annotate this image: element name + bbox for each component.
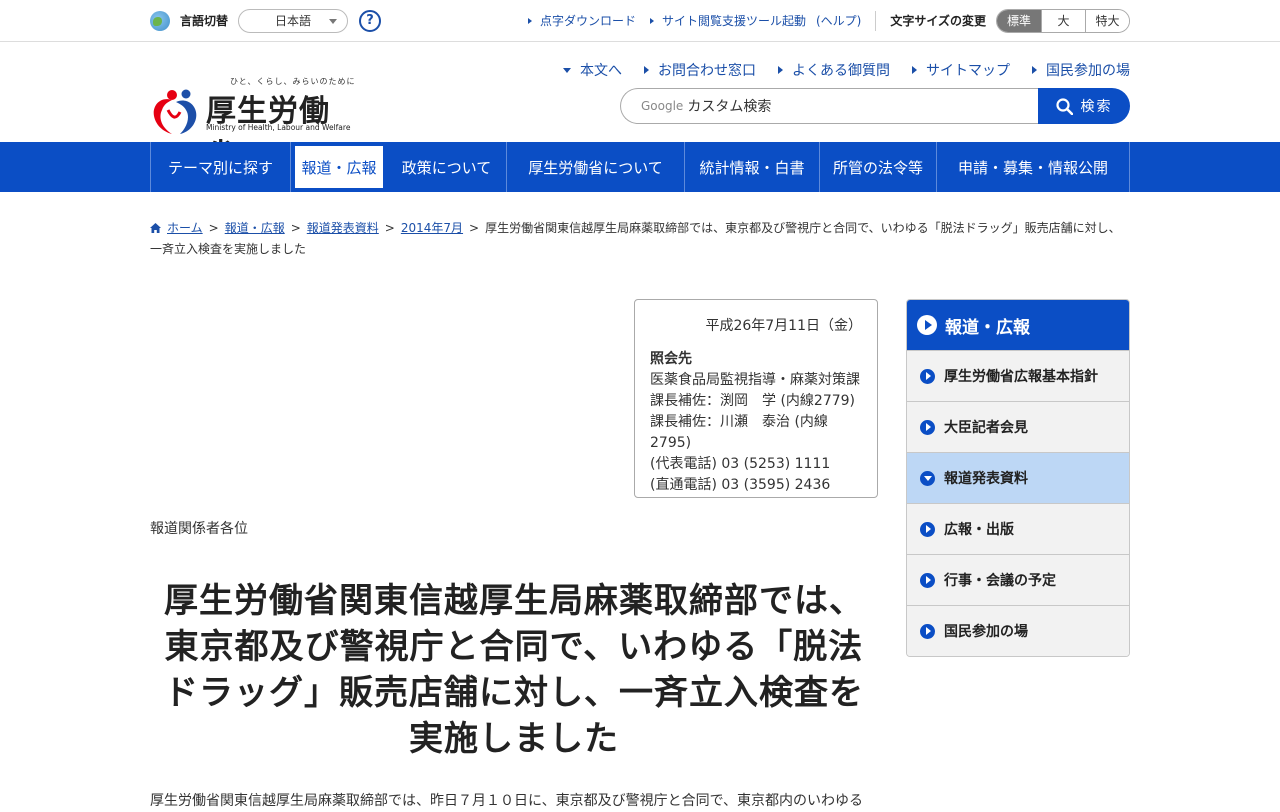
nav-laws[interactable]: 所管の法令等 — [820, 142, 937, 192]
font-size-toggle: 標準 大 特大 — [996, 8, 1130, 33]
arrow-right-icon — [778, 66, 783, 74]
side-item-label: 報道発表資料 — [944, 471, 1028, 487]
breadcrumb-press-releases[interactable]: 報道発表資料 — [307, 221, 379, 235]
arrow-circle-icon — [920, 521, 935, 537]
arrow-right-icon — [527, 17, 532, 24]
faq-label: よくある御質問 — [792, 63, 890, 79]
side-item-label: 厚生労働省広報基本指針 — [944, 369, 1098, 385]
arrow-circle-icon — [920, 623, 935, 639]
arrow-down-icon — [563, 67, 571, 73]
mhlw-logo-icon — [153, 89, 197, 134]
browsing-tool-help-link[interactable]: (ヘルプ) — [816, 12, 861, 29]
breadcrumb-home[interactable]: ホーム — [167, 221, 203, 235]
sitemap-link[interactable]: サイトマップ — [912, 60, 1010, 80]
globe-icon — [150, 10, 170, 31]
side-item-label: 大臣記者会見 — [944, 420, 1028, 436]
search-form: Google カスタム検索 検索 — [620, 88, 1130, 124]
side-item-label: 広報・出版 — [944, 522, 1014, 538]
side-nav-heading-label: 報道・広報 — [945, 317, 1030, 338]
search-input[interactable]: Google カスタム検索 — [620, 88, 1038, 124]
side-item-pr-policy[interactable]: 厚生労働省広報基本指針 — [907, 350, 1129, 401]
page-title-line: 東京都及び警視庁と合同で、いわゆる「脱法 — [164, 627, 864, 667]
home-icon — [150, 223, 161, 233]
page-title: 厚生労働省関東信越厚生局麻薬取締部では、 東京都及び警視庁と合同で、いわゆる「脱… — [150, 578, 878, 762]
search-button-label: 検索 — [1080, 99, 1113, 115]
faq-link[interactable]: よくある御質問 — [778, 60, 890, 80]
header-nav: 本文へ お問合わせ窓口 よくある御質問 サイトマップ 国民参加の場 — [541, 60, 1130, 80]
nav-themes[interactable]: テーマ別に探す — [151, 142, 291, 192]
page-title-line: 実施しました — [409, 719, 619, 759]
breadcrumb: ホーム > 報道・広報 > 報道発表資料 >2014年7月 > 厚生労働省関東信越厚生局麻薬取… — [150, 221, 1121, 256]
nav-applications[interactable]: 申請・募集・情報公開 — [937, 142, 1130, 192]
public-participation-label: 国民参加の場 — [1046, 63, 1130, 79]
braille-download-link[interactable]: 点字ダウンロード — [527, 12, 636, 29]
contact-line: 課長補佐：渕岡 学 (内線2779) — [650, 393, 856, 409]
contact-line: (直通電話) 03 (3595) 2436 — [650, 477, 831, 493]
global-nav: テーマ別に探す 報道・広報 政策について 厚生労働省について 統計情報・白書 所… — [0, 142, 1280, 192]
search-icon — [1055, 97, 1073, 115]
arrow-circle-icon — [917, 315, 937, 335]
font-size-xlarge-button[interactable]: 特大 — [1085, 9, 1129, 32]
breadcrumb-press[interactable]: 報道・広報 — [225, 221, 285, 235]
side-item-press-releases[interactable]: 報道発表資料 — [907, 452, 1129, 503]
nav-press[interactable]: 報道・広報 — [291, 142, 387, 192]
side-item-publications[interactable]: 広報・出版 — [907, 503, 1129, 554]
addressee: 報道関係者各位 — [150, 521, 248, 537]
contact-line: 課長補佐：川瀬 泰治 (内線2795) — [650, 414, 828, 451]
side-item-label: 行事・会議の予定 — [944, 573, 1056, 589]
help-button[interactable]: ? — [359, 9, 382, 32]
language-select[interactable]: 日本語 — [238, 8, 349, 33]
font-size-large-button[interactable]: 大 — [1041, 9, 1085, 32]
breadcrumb-month[interactable]: 2014年7月 — [401, 221, 463, 235]
public-participation-link[interactable]: 国民参加の場 — [1032, 60, 1130, 80]
font-size-label: 文字サイズの変更 — [890, 14, 986, 28]
page-title-line: ドラッグ」販売店舗に対し、一斉立入検査を — [164, 673, 864, 713]
skip-to-content-link[interactable]: 本文へ — [563, 60, 622, 80]
side-nav-heading[interactable]: 報道・広報 — [907, 300, 1129, 350]
arrow-circle-icon — [920, 572, 935, 588]
release-date: 平成26年7月11日（金） — [705, 318, 862, 334]
font-size-standard-button[interactable]: 標準 — [997, 9, 1041, 32]
logo-english: Ministry of Health, Labour and Welfare — [206, 123, 351, 132]
nav-statistics[interactable]: 統計情報・白書 — [685, 142, 820, 192]
arrow-right-icon — [912, 66, 917, 74]
side-item-press-conference[interactable]: 大臣記者会見 — [907, 401, 1129, 452]
language-select-value: 日本語 — [275, 14, 312, 28]
language-label: 言語切替 — [180, 14, 229, 28]
nav-about-ministry[interactable]: 厚生労働省について — [507, 142, 685, 192]
contact-link[interactable]: お問合わせ窓口 — [644, 60, 756, 80]
contact-box: 平成26年7月11日（金） 照会先 医薬食品局監視指導・麻薬対策課 課長補佐：渕… — [634, 299, 878, 498]
divider — [875, 10, 877, 31]
side-item-events[interactable]: 行事・会議の予定 — [907, 554, 1129, 605]
arrow-down-circle-icon — [920, 470, 935, 486]
braille-download-label: 点字ダウンロード — [539, 14, 636, 28]
arrow-circle-icon — [920, 368, 935, 384]
browsing-tool-link[interactable]: サイト閲覧支援ツール起動 — [649, 12, 806, 29]
contact-line: (代表電話) 03 (5253) 1111 — [650, 456, 831, 472]
utility-bar: 言語切替 日本語 ? 点字ダウンロード サイト閲覧支援ツール起動 (ヘルプ) 文… — [0, 0, 1280, 42]
page-title-line: 厚生労働省関東信越厚生局麻薬取締部では、 — [164, 581, 864, 621]
search-button[interactable]: 検索 — [1038, 88, 1130, 124]
nav-policy[interactable]: 政策について — [387, 142, 507, 192]
body-text: 厚生労働省関東信越厚生局麻薬取締部では、昨日７月１０日に、東京都及び警視庁と合同… — [150, 793, 864, 809]
google-brand: Google — [641, 99, 684, 113]
sitemap-label: サイトマップ — [926, 63, 1010, 79]
arrow-right-icon — [649, 17, 654, 24]
contact-line: 医薬食品局監視指導・麻薬対策課 — [650, 372, 860, 388]
arrow-right-icon — [1032, 66, 1037, 74]
browsing-tool-label: サイト閲覧支援ツール起動 — [661, 14, 806, 28]
arrow-circle-icon — [920, 419, 935, 435]
skip-to-content-label: 本文へ — [580, 63, 622, 79]
contact-label: お問合わせ窓口 — [658, 63, 756, 79]
side-nav: 報道・広報 厚生労働省広報基本指針 大臣記者会見 報道発表資料 広報・出版 行事… — [906, 299, 1130, 657]
side-item-public-participation[interactable]: 国民参加の場 — [907, 605, 1129, 656]
search-placeholder: カスタム検索 — [687, 99, 772, 115]
site-header: ひと、くらし、みらいのために 厚生労働省 Ministry of Health,… — [0, 42, 1280, 173]
contact-heading: 照会先 — [650, 351, 692, 367]
chevron-down-icon — [329, 18, 338, 24]
arrow-right-icon — [644, 66, 649, 74]
side-item-label: 国民参加の場 — [944, 624, 1028, 640]
site-logo[interactable]: ひと、くらし、みらいのために 厚生労働省 Ministry of Health,… — [150, 76, 360, 173]
